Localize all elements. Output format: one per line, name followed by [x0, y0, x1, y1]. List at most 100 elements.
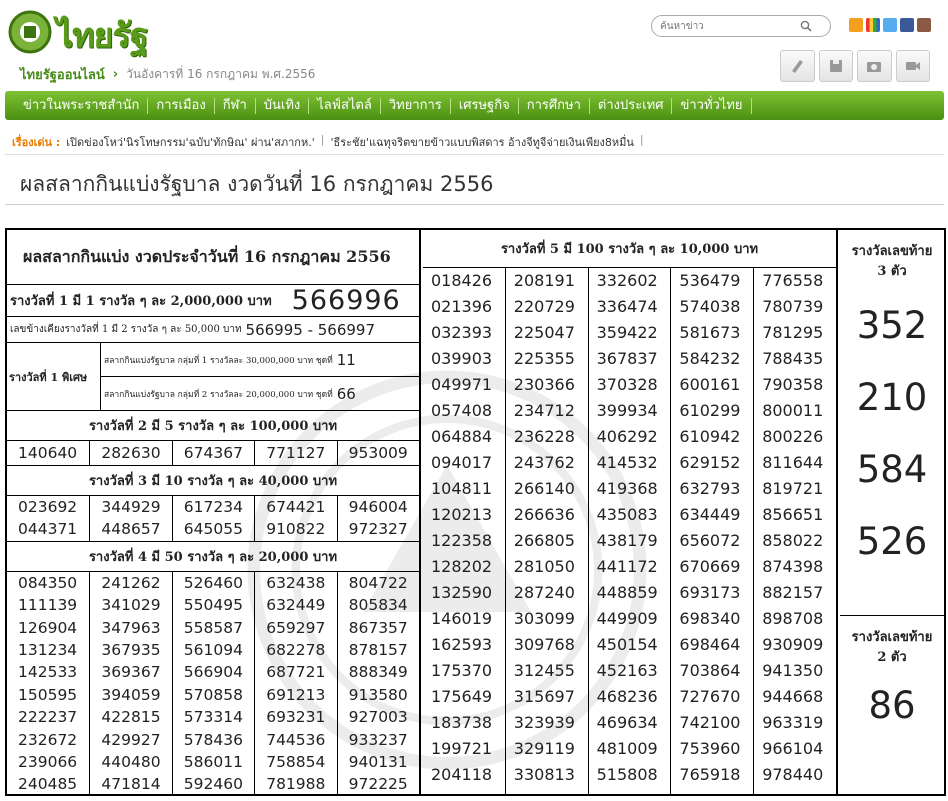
prize-number: 878157 — [348, 640, 408, 659]
prize-number: 394059 — [101, 685, 161, 704]
prize-number: 104811 — [431, 479, 493, 498]
special-prize-block: รางวัลที่ 1 พิเศษ สลากกินแบ่งรัฐบาล กลุ่… — [7, 343, 419, 411]
nav-politics[interactable]: การเมือง — [148, 97, 215, 114]
stats-chart-icon[interactable] — [866, 18, 880, 32]
prize-number: 790358 — [762, 375, 824, 394]
prize-number: 753960 — [679, 739, 741, 758]
prize-number: 175370 — [431, 661, 493, 680]
nav-economy[interactable]: เศรษฐกิจ — [451, 97, 519, 114]
twitter-icon[interactable] — [883, 18, 897, 32]
nav-world[interactable]: ต่างประเทศ — [590, 97, 673, 114]
headline-link[interactable]: เปิดข่องโหว่'นิรโทษกรรม'ฉบับ'ทักษิณ' ผ่า… — [66, 133, 314, 151]
prize-number: 094017 — [431, 453, 493, 472]
prize-number: 330813 — [513, 765, 575, 784]
prize-number: 018426 — [431, 271, 493, 290]
last3-number: 352 — [856, 304, 928, 347]
photo-button[interactable] — [857, 50, 892, 82]
prize-number: 347963 — [101, 618, 161, 637]
prize-number: 888349 — [348, 663, 408, 682]
headline-link[interactable]: 'ธีระชัย'แฉทุจริตขายข้าวแบบพิสดาร อ้างจี… — [330, 133, 633, 151]
adjacent-prize-label: เลขข้างเคียงรางวัลที่ 1 มี 2 รางวัล ๆ ละ… — [10, 324, 242, 335]
prize-number: 800226 — [762, 427, 824, 446]
nav-lifestyle[interactable]: ไลฟ์สไตล์ — [309, 97, 381, 114]
current-date: วันอังคารที่ 16 กรกฎาคม พ.ศ.2556 — [126, 67, 316, 81]
prize-number: 940131 — [348, 752, 408, 771]
prize-number: 132590 — [431, 583, 493, 602]
prize-number: 315697 — [513, 687, 575, 706]
save-button[interactable] — [818, 50, 853, 82]
prize-number: 183738 — [431, 713, 493, 732]
prize-number: 044371 — [18, 520, 78, 539]
prize2-numbers: 140640 282630 674367 771127 953009 — [7, 441, 419, 466]
nav-entertainment[interactable]: บันเทิง — [256, 97, 310, 114]
main-prizes-panel: ผลสลากกินแบ่ง งวดประจำวันที่ 16 กรกฎาคม … — [7, 230, 421, 796]
prize-number: 332602 — [596, 271, 658, 290]
prize-number: 225355 — [513, 349, 575, 368]
prize-number: 953009 — [336, 441, 419, 465]
prize-number: 230366 — [513, 375, 575, 394]
nav-royal[interactable]: ข่าวในพระราชสำนัก — [15, 97, 149, 114]
logo-text: ไทยรัฐ — [56, 16, 148, 56]
rss-icon[interactable] — [849, 18, 863, 32]
nav-education[interactable]: การศึกษา — [519, 97, 590, 114]
prize-number: 687721 — [266, 663, 326, 682]
page-title: ผลสลากกินแบ่งรัฐบาล งวดวันที่ 16 กรกฎาคม… — [20, 172, 494, 196]
search-input[interactable] — [660, 20, 800, 32]
last-digits-panel: รางวัลเลขท้าย 3 ตัว 352 210 584 526 รางว… — [840, 230, 944, 794]
floppy-icon — [829, 60, 842, 72]
prize-number: 600161 — [679, 375, 741, 394]
last2-block: รางวัลเลขท้าย 2 ตัว 86 — [840, 616, 944, 727]
prize-number: 441172 — [596, 557, 658, 576]
prize-number: 515808 — [596, 765, 658, 784]
prize-number: 204118 — [431, 765, 493, 784]
prize-number: 804722 — [348, 573, 408, 592]
prize-number: 978440 — [762, 765, 824, 784]
prize-number: 266636 — [513, 505, 575, 524]
prize-number: 811644 — [762, 453, 824, 472]
prize-number: 558587 — [183, 618, 243, 637]
prize-number: 323939 — [513, 713, 575, 732]
logo-emblem-icon — [8, 10, 52, 54]
write-button[interactable] — [780, 50, 815, 82]
prize-number: 805834 — [348, 596, 408, 615]
prize-number: 208191 — [513, 271, 575, 290]
site-logo[interactable]: ไทยรัฐ — [8, 6, 178, 58]
prize-number: 449909 — [596, 609, 658, 628]
prize1-label: รางวัลที่ 1 มี 1 รางวัล ๆ ละ 2,000,000 บ… — [10, 294, 272, 309]
prize-number: 438179 — [596, 531, 658, 550]
special-prize-series: 11 — [336, 350, 356, 369]
prize5-numbers: 018426 021396 032393 039903 049971 057408 0648… — [423, 268, 836, 794]
number-column: 332602 336474 359422 367837 370328 399934 4062… — [587, 268, 671, 794]
last3-heading-line2: 3 ตัว — [877, 264, 907, 279]
prize-number: 341029 — [101, 596, 161, 615]
prize-number: 946004 — [348, 498, 408, 516]
divider — [5, 204, 944, 205]
search-icon[interactable] — [800, 20, 812, 32]
breadcrumb-site-link[interactable]: ไทยรัฐออนไลน์ — [20, 64, 105, 85]
facebook-icon[interactable] — [900, 18, 914, 32]
prize-number: 057408 — [431, 401, 493, 420]
nav-sports[interactable]: กีฬา — [215, 97, 256, 114]
special-prize-row: สลากกินแบ่งรัฐบาล กลุ่มที่ 2 รางวัลละ 20… — [101, 376, 419, 410]
prize-number: 469634 — [596, 713, 658, 732]
special-prize-label: รางวัลที่ 1 พิเศษ — [7, 343, 101, 410]
prize-number: 744536 — [266, 730, 326, 749]
prize-number: 369367 — [101, 663, 161, 682]
prize-number: 758854 — [266, 752, 326, 771]
prize-number: 120213 — [431, 505, 493, 524]
prize-number: 468236 — [596, 687, 658, 706]
prize-number: 674367 — [171, 441, 254, 465]
nav-science[interactable]: วิทยาการ — [381, 97, 451, 114]
last3-heading-line1: รางวัลเลขท้าย — [851, 244, 933, 259]
prize5-panel: รางวัลที่ 5 มี 100 รางวัล ๆ ละ 10,000 บา… — [423, 230, 838, 794]
video-camera-icon — [905, 62, 920, 70]
prize5-heading: รางวัลที่ 5 มี 100 รางวัล ๆ ละ 10,000 บา… — [423, 230, 836, 268]
prize-number: 111139 — [18, 596, 78, 615]
instagram-icon[interactable] — [917, 18, 931, 32]
prize-number: 691213 — [266, 685, 326, 704]
prize-number: 422815 — [101, 708, 161, 727]
video-button[interactable] — [895, 50, 930, 82]
last3-number: 526 — [856, 520, 928, 563]
prize-number: 972327 — [348, 520, 408, 539]
nav-regional[interactable]: ข่าวทั่วไทย — [672, 97, 752, 114]
